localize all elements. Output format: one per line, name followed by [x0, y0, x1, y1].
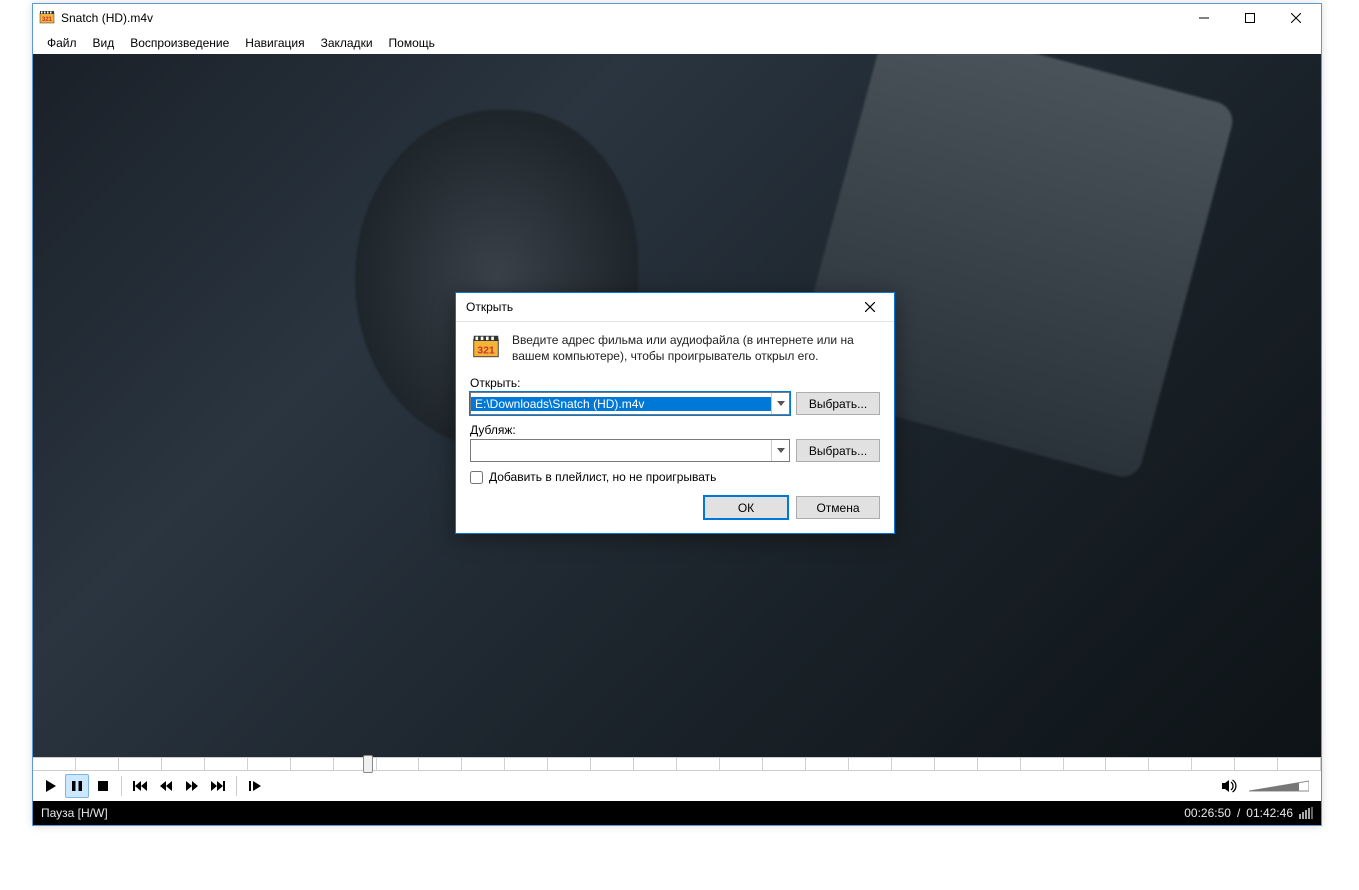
status-text: Пауза [H/W] — [41, 806, 1184, 820]
forward-button[interactable] — [180, 774, 204, 798]
menu-file[interactable]: Файл — [39, 34, 85, 52]
play-button[interactable] — [39, 774, 63, 798]
maximize-button[interactable] — [1227, 4, 1273, 32]
menu-playback[interactable]: Воспроизведение — [122, 34, 237, 52]
menu-help[interactable]: Помощь — [381, 34, 443, 52]
svg-text:321: 321 — [477, 344, 495, 356]
window-controls — [1181, 4, 1319, 32]
time-current: 00:26:50 — [1184, 806, 1231, 820]
mute-button[interactable] — [1217, 774, 1241, 798]
stop-button[interactable] — [91, 774, 115, 798]
status-bar: Пауза [H/W] 00:26:50 / 01:42:46 — [33, 801, 1321, 825]
next-button[interactable] — [206, 774, 230, 798]
dub-path-combo[interactable] — [470, 439, 790, 462]
open-path-combo[interactable]: E:\Downloads\Snatch (HD).m4v — [470, 392, 790, 415]
status-time: 00:26:50 / 01:42:46 — [1184, 806, 1313, 820]
menu-navigation[interactable]: Навигация — [237, 34, 312, 52]
status-bars-icon — [1299, 807, 1313, 819]
open-browse-button[interactable]: Выбрать... — [796, 392, 880, 415]
rewind-button[interactable] — [154, 774, 178, 798]
titlebar[interactable]: 321 Snatch (HD).m4v — [33, 4, 1321, 32]
playback-controls — [33, 771, 1321, 801]
seek-bar[interactable] — [33, 757, 1321, 771]
open-path-value: E:\Downloads\Snatch (HD).m4v — [471, 397, 771, 411]
dialog-intro-text: Введите адрес фильма или аудиофайла (в и… — [512, 332, 880, 364]
separator — [121, 776, 122, 796]
dialog-app-icon: 321 — [470, 332, 502, 364]
open-dialog: Открыть 321 Введите адрес фильма или ауд… — [455, 292, 895, 534]
add-to-playlist-row[interactable]: Добавить в плейлист, но не проигрывать — [470, 470, 880, 484]
ok-button[interactable]: ОК — [704, 496, 788, 519]
pause-button[interactable] — [65, 774, 89, 798]
open-label: Открыть: — [470, 376, 880, 390]
time-total: 01:42:46 — [1246, 806, 1293, 820]
menu-view[interactable]: Вид — [85, 34, 123, 52]
step-button[interactable] — [243, 774, 267, 798]
menubar: Файл Вид Воспроизведение Навигация Закла… — [33, 32, 1321, 54]
cancel-button[interactable]: Отмена — [796, 496, 880, 519]
minimize-button[interactable] — [1181, 4, 1227, 32]
seek-thumb[interactable] — [363, 755, 373, 773]
dub-label: Дубляж: — [470, 423, 880, 437]
menu-bookmarks[interactable]: Закладки — [313, 34, 381, 52]
svg-text:321: 321 — [42, 17, 53, 23]
window-title: Snatch (HD).m4v — [61, 11, 1181, 25]
volume-slider[interactable] — [1249, 780, 1309, 792]
close-button[interactable] — [1273, 4, 1319, 32]
dialog-titlebar[interactable]: Открыть — [456, 293, 894, 322]
add-to-playlist-checkbox[interactable] — [470, 471, 483, 484]
dialog-close-button[interactable] — [850, 293, 890, 321]
dub-path-dropdown-icon[interactable] — [771, 440, 789, 461]
prev-button[interactable] — [128, 774, 152, 798]
separator — [236, 776, 237, 796]
dialog-title: Открыть — [466, 300, 850, 314]
dub-browse-button[interactable]: Выбрать... — [796, 439, 880, 462]
seek-ticks — [33, 758, 1321, 770]
add-to-playlist-label: Добавить в плейлист, но не проигрывать — [489, 470, 716, 484]
app-icon: 321 — [39, 10, 55, 26]
open-path-dropdown-icon[interactable] — [771, 393, 789, 414]
